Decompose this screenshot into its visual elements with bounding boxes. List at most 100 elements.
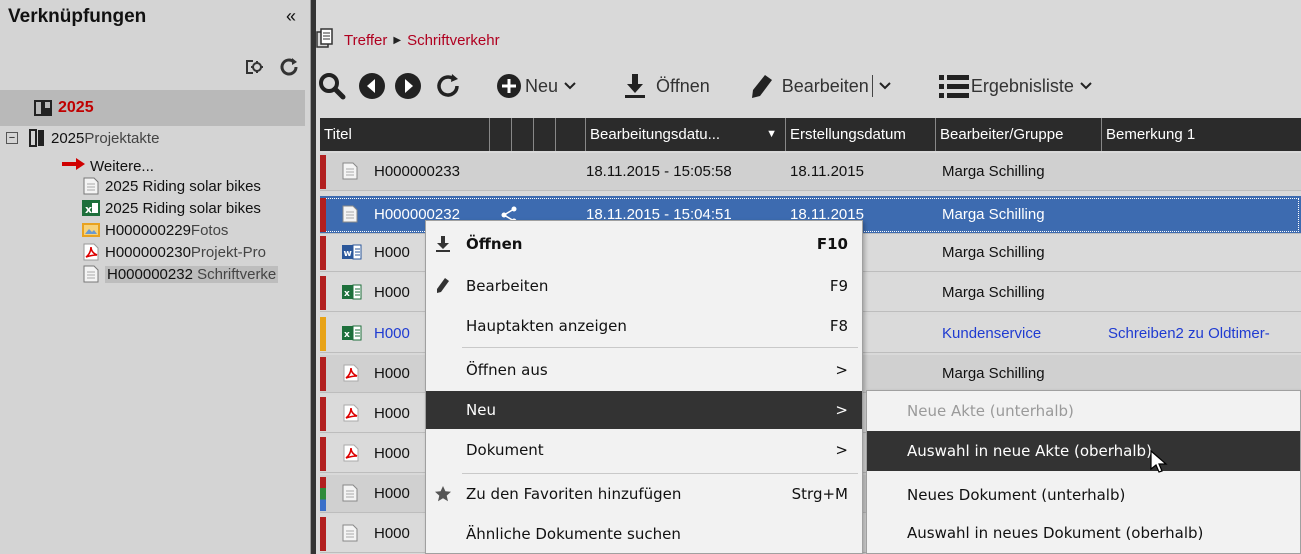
- chevron-right-icon: >: [835, 441, 848, 459]
- pdf-icon: [342, 444, 360, 466]
- svg-text:x: x: [344, 330, 350, 340]
- cell-title: H000: [374, 244, 410, 261]
- menu-item-open[interactable]: Öffnen F10: [426, 225, 862, 263]
- edit-button[interactable]: Bearbeiten: [750, 73, 891, 99]
- svg-text:x: x: [85, 203, 92, 216]
- star-icon: [434, 485, 452, 503]
- submenu-item-selection-new-doc-above[interactable]: Auswahl in neues Dokument (oberhalb): [867, 513, 1300, 553]
- status-stripe: [320, 517, 326, 551]
- pdf-icon: [342, 364, 360, 386]
- column-header-title[interactable]: Titel: [320, 118, 490, 151]
- submenu-item-selection-new-file-above[interactable]: Auswahl in neue Akte (oberhalb): [867, 431, 1300, 473]
- pdf-icon: [82, 243, 100, 261]
- submenu-item-new-doc-below[interactable]: Neues Dokument (unterhalb): [867, 475, 1300, 515]
- binder-icon: [34, 99, 52, 121]
- status-stripe: [320, 477, 326, 511]
- menu-item-open-from[interactable]: Öffnen aus >: [426, 351, 862, 389]
- links-panel-title: Verknüpfungen: [8, 6, 147, 27]
- status-stripe: [320, 437, 326, 471]
- menu-item-show-main-files[interactable]: Hauptakten anzeigen F8: [426, 307, 862, 345]
- root-year-item[interactable]: 2025: [0, 90, 305, 126]
- cell-editor: Marga Schilling: [942, 284, 1045, 301]
- cell-remark: Schreiben2 zu Oldtimer-: [1108, 325, 1270, 342]
- grid-header: Titel Bearbeitungsdatu... ▼ Erstellungsd…: [320, 118, 1301, 151]
- tree-item-weitere[interactable]: Weitere...: [62, 156, 154, 176]
- tree-item-excel[interactable]: x 2025 Riding solar bikes: [82, 198, 261, 218]
- download-icon: [434, 235, 452, 253]
- cell-editor: Kundenservice: [942, 325, 1042, 342]
- excel-icon: x: [82, 199, 100, 217]
- column-header-blank-4[interactable]: [556, 118, 586, 151]
- status-stripe: [320, 317, 326, 351]
- new-button[interactable]: Neu: [496, 73, 576, 99]
- menu-item-edit[interactable]: Bearbeiten F9: [426, 267, 862, 305]
- chevron-down-icon: [879, 82, 891, 90]
- status-stripe: [320, 198, 326, 232]
- pdf-icon: [342, 404, 360, 426]
- collapse-panel-button[interactable]: «: [286, 6, 296, 27]
- status-stripe: [320, 276, 326, 310]
- document-icon: [342, 524, 358, 546]
- menu-item-document[interactable]: Dokument >: [426, 431, 862, 469]
- links-panel-header: Verknüpfungen «: [0, 0, 310, 90]
- column-header-blank-1[interactable]: [490, 118, 512, 151]
- excel-icon: x: [342, 324, 362, 346]
- menu-item-add-favorites[interactable]: Zu den Favoriten hinzufügen Strg+M: [426, 475, 862, 513]
- tree-item-doc-1[interactable]: 2025 Riding solar bikes: [82, 176, 261, 196]
- cell-remark: [1108, 196, 1301, 234]
- status-stripe: [320, 397, 326, 431]
- tree-item-pdf[interactable]: H000000230 Projekt-Pro: [82, 242, 266, 262]
- document-icon: [82, 265, 100, 283]
- refresh-icon[interactable]: [278, 56, 300, 82]
- column-header-remark[interactable]: Bemerkung 1: [1102, 118, 1301, 151]
- menu-item-new[interactable]: Neu >: [426, 391, 862, 429]
- menu-item-similar-docs[interactable]: Ähnliche Dokumente suchen: [426, 515, 862, 553]
- breadcrumb-item-schriftverkehr[interactable]: Schriftverkehr: [407, 32, 500, 49]
- chevron-down-icon: [1080, 82, 1092, 90]
- cell-remark: [1108, 274, 1301, 312]
- cell-create-date: 18.11.2015: [790, 163, 864, 180]
- results-list-button[interactable]: Ergebnisliste: [938, 74, 1092, 98]
- status-stripe: [320, 155, 326, 189]
- next-icon[interactable]: [394, 72, 422, 100]
- breadcrumb-item-treffer[interactable]: Treffer: [344, 32, 387, 49]
- previous-icon[interactable]: [358, 72, 386, 100]
- breadcrumb: Treffer ▶ Schriftverkehr: [316, 28, 500, 52]
- collapse-icon[interactable]: −: [6, 132, 18, 144]
- tree-item-label: 2025: [51, 129, 85, 147]
- tree-item-fotos[interactable]: H000000229 Fotos: [82, 220, 228, 240]
- document-icon: [342, 484, 358, 506]
- search-icon[interactable]: [318, 72, 346, 100]
- submenu-item-new-file-below[interactable]: Neue Akte (unterhalb): [867, 391, 1300, 431]
- column-header-blank-2[interactable]: [512, 118, 534, 151]
- cell-title: H000: [374, 325, 410, 342]
- plus-circle-icon: [496, 73, 522, 99]
- cell-title: H000: [374, 365, 410, 382]
- tree-item-projektakte[interactable]: − 2025 Projektakte: [6, 128, 159, 148]
- status-stripe: [320, 236, 326, 270]
- menu-separator: [462, 473, 858, 474]
- word-icon: w: [342, 243, 362, 265]
- refresh-icon[interactable]: [434, 72, 462, 100]
- cell-edit-date: 18.11.2015 - 15:05:58: [586, 163, 732, 180]
- cell-title: H000: [374, 445, 410, 462]
- column-header-create-date[interactable]: Erstellungsdatum: [786, 118, 936, 151]
- column-header-edit-date[interactable]: Bearbeitungsdatu... ▼: [586, 118, 786, 151]
- settings-icon[interactable]: [242, 56, 264, 82]
- column-header-blank-3[interactable]: [534, 118, 556, 151]
- table-row[interactable]: H000000233 18.11.2015 - 15:05:58 18.11.201…: [320, 153, 1301, 191]
- cell-title: H000: [374, 485, 410, 502]
- chevron-down-icon: [564, 82, 576, 90]
- column-header-editor[interactable]: Bearbeiter/Gruppe: [936, 118, 1102, 151]
- open-button[interactable]: Öffnen: [624, 73, 710, 99]
- sort-desc-icon: ▼: [766, 128, 777, 140]
- cell-editor: Marga Schilling: [942, 206, 1045, 223]
- tree-item-schriftverkehr[interactable]: H000000232 Schriftverke: [82, 264, 279, 284]
- document-icon: [342, 162, 358, 184]
- cell-remark: [1108, 234, 1301, 272]
- chevron-right-icon: >: [835, 361, 848, 379]
- cell-editor: Marga Schilling: [942, 163, 1045, 180]
- binder-icon: [28, 129, 46, 147]
- document-icon: [82, 177, 100, 195]
- excel-icon: x: [342, 283, 362, 305]
